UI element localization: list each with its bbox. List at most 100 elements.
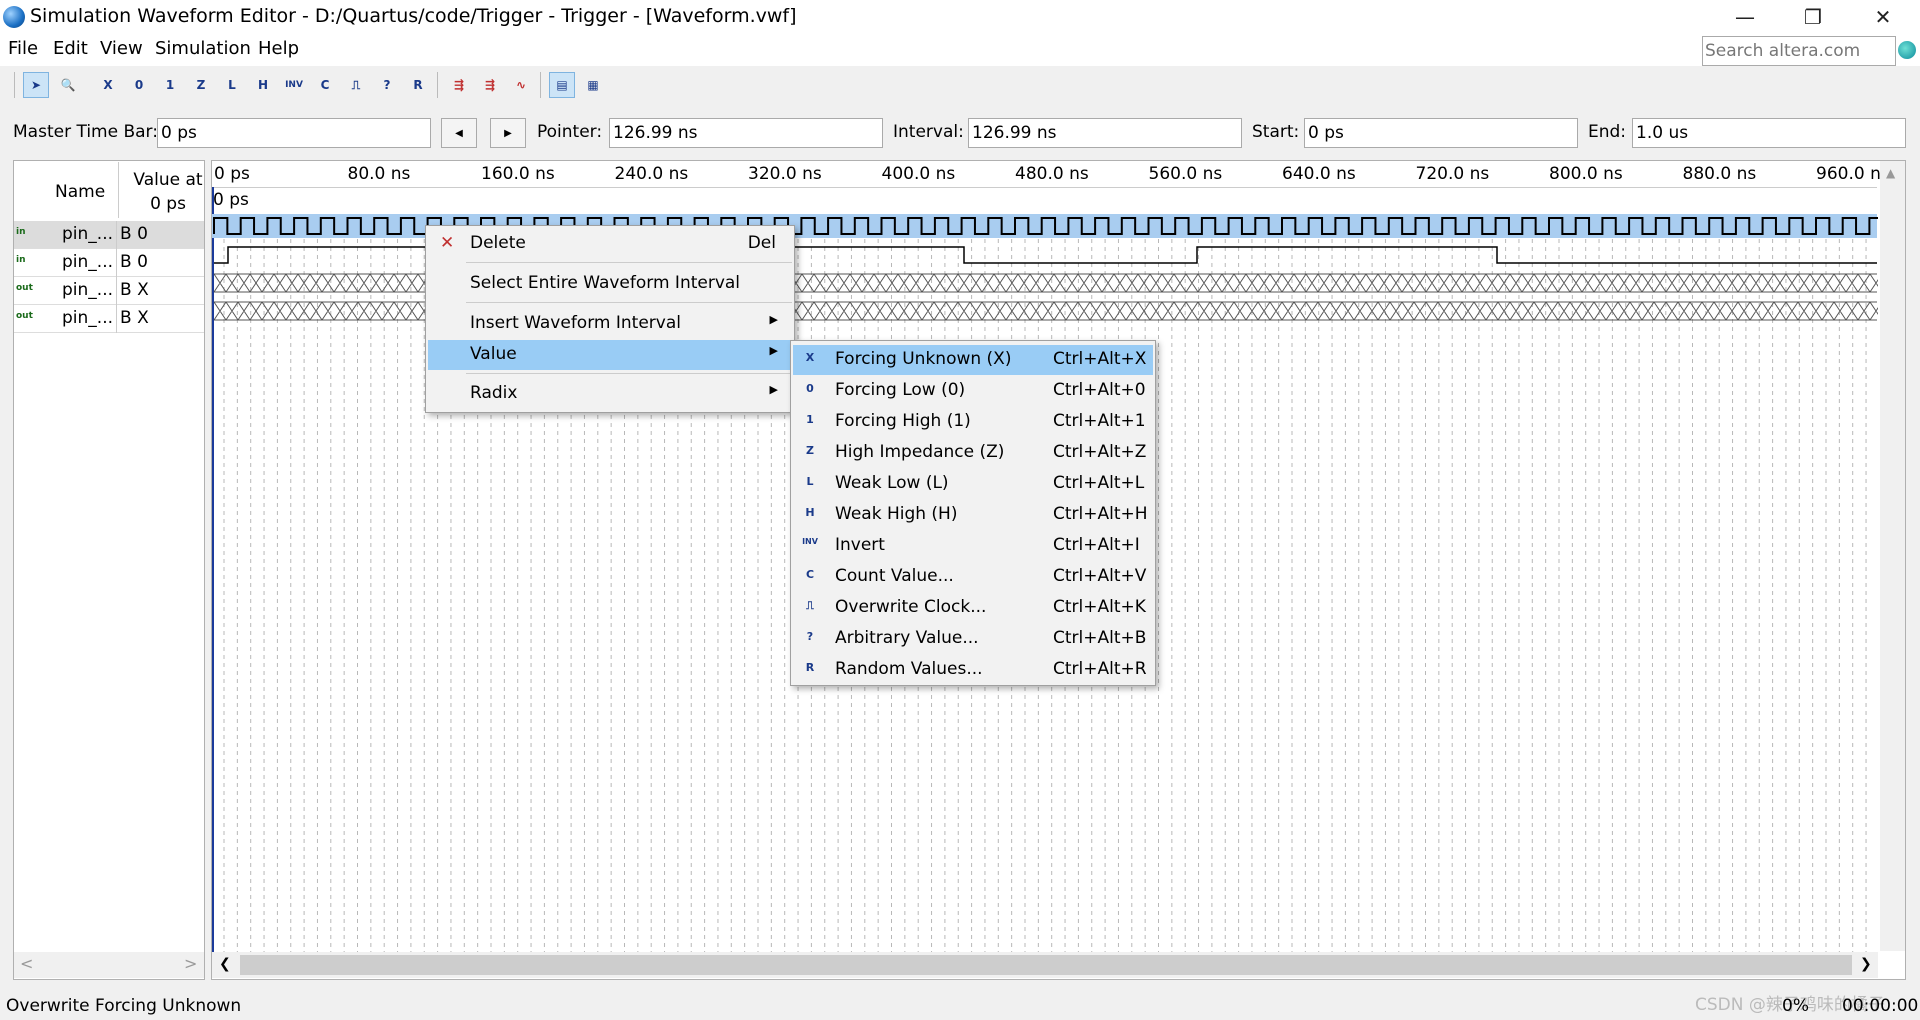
zoom-tool-icon[interactable]: 🔍 — [55, 72, 81, 98]
next-transition-button[interactable]: ▶ — [490, 118, 526, 148]
pointer-tool-icon[interactable]: ➤ — [23, 72, 49, 98]
value-item-shortcut: Ctrl+Alt+X — [1053, 349, 1147, 369]
value-type-icon: 0 — [806, 382, 814, 395]
scroll-left-arrow[interactable]: < — [20, 954, 33, 973]
forcing-unknown-icon[interactable]: X — [95, 72, 121, 98]
interval-field: 126.99 ns — [968, 118, 1242, 148]
start-label: Start: — [1252, 122, 1300, 142]
waveform-vertical-scrollbar[interactable] — [1880, 161, 1905, 951]
context-item-delete[interactable]: ✕ Delete Del — [428, 229, 792, 259]
high-impedance-icon[interactable]: Z — [188, 72, 214, 98]
name-column-header[interactable]: Name — [55, 182, 105, 202]
pointer-label: Pointer: — [537, 122, 603, 142]
value-type-icon: ? — [806, 630, 814, 643]
master-time-bar-field[interactable]: 0 ps — [157, 118, 431, 148]
scroll-right-arrow[interactable]: > — [184, 954, 197, 973]
value-item-label: Count Value... — [835, 566, 954, 586]
forcing-high-icon[interactable]: 1 — [157, 72, 183, 98]
header-divider — [118, 162, 119, 218]
value-type-icon: L — [806, 475, 814, 488]
generate-netlist-icon[interactable]: ∿ — [508, 72, 534, 98]
invert-icon[interactable]: INV — [281, 72, 307, 98]
value-item[interactable]: INV Invert Ctrl+Alt+I — [793, 531, 1153, 561]
scrollbar-thumb[interactable] — [240, 955, 1852, 975]
run-functional-simulation-icon[interactable]: ⇶ — [446, 72, 472, 98]
arbitrary-value-icon[interactable]: ? — [374, 72, 400, 98]
value-type-icon: 1 — [806, 413, 814, 426]
grid-settings-icon[interactable]: ▦ — [580, 72, 606, 98]
signal-name: pin_... — [62, 252, 113, 272]
value-type-icon: Z — [806, 444, 814, 457]
column-divider — [116, 221, 117, 249]
weak-high-icon[interactable]: H — [250, 72, 276, 98]
value-item[interactable]: ⎍ Overwrite Clock... Ctrl+Alt+K — [793, 593, 1153, 623]
scroll-up-arrow[interactable]: ▲ — [1886, 166, 1895, 180]
globe-icon[interactable] — [1898, 41, 1916, 59]
context-item-radix[interactable]: Radix ▶ — [428, 379, 792, 409]
value-item-shortcut: Ctrl+Alt+R — [1053, 659, 1147, 679]
master-time-bar-label: Master Time Bar: — [13, 122, 158, 142]
value-item-label: High Impedance (Z) — [835, 442, 1005, 462]
context-item-shortcut: Del — [747, 233, 776, 253]
value-column-header[interactable]: Value at 0 ps — [128, 168, 208, 216]
value-item[interactable]: R Random Values... Ctrl+Alt+R — [793, 655, 1153, 685]
snap-to-grid-icon[interactable]: ▤ — [549, 72, 575, 98]
signal-row[interactable]: out pin_... B X — [14, 277, 204, 305]
ruler-tick-label: 720.0 ns — [1415, 164, 1490, 184]
menu-view[interactable]: View — [100, 38, 143, 59]
value-item[interactable]: H Weak High (H) Ctrl+Alt+H — [793, 500, 1153, 530]
value-item-shortcut: Ctrl+Alt+1 — [1053, 411, 1146, 431]
value-item-label: Forcing High (1) — [835, 411, 971, 431]
menu-help[interactable]: Help — [258, 38, 299, 59]
forcing-low-icon[interactable]: 0 — [126, 72, 152, 98]
run-timing-simulation-icon[interactable]: ⇶ — [477, 72, 503, 98]
input-pin-icon: in — [16, 255, 26, 265]
signal-row[interactable]: in pin_... B 0 — [14, 249, 204, 277]
random-values-icon[interactable]: R — [405, 72, 431, 98]
app-logo-icon — [3, 6, 25, 28]
context-item-select-interval[interactable]: Select Entire Waveform Interval — [428, 269, 792, 299]
search-input[interactable]: Search altera.com — [1702, 36, 1896, 66]
value-item[interactable]: ? Arbitrary Value... Ctrl+Alt+B — [793, 624, 1153, 654]
value-item-label: Weak Low (L) — [835, 473, 949, 493]
signal-row[interactable]: out pin_... B X — [14, 305, 204, 333]
menu-file[interactable]: File — [8, 38, 38, 59]
start-field: 0 ps — [1304, 118, 1578, 148]
minimize-button[interactable]: — — [1710, 0, 1780, 34]
value-item[interactable]: X Forcing Unknown (X) Ctrl+Alt+X — [793, 345, 1153, 375]
context-item-label: Insert Waveform Interval — [470, 313, 681, 333]
ruler-tick-label: 640.0 ns — [1282, 164, 1356, 184]
weak-low-icon[interactable]: L — [219, 72, 245, 98]
delete-x-icon: ✕ — [440, 233, 455, 253]
value-item[interactable]: L Weak Low (L) Ctrl+Alt+L — [793, 469, 1153, 499]
names-horizontal-scrollbar[interactable]: < > — [14, 952, 204, 978]
value-item-shortcut: Ctrl+Alt+L — [1053, 473, 1145, 493]
context-item-insert-interval[interactable]: Insert Waveform Interval ▶ — [428, 309, 792, 339]
value-item[interactable]: C Count Value... Ctrl+Alt+V — [793, 562, 1153, 592]
scroll-left-arrow[interactable]: ❮ — [219, 956, 231, 972]
value-item-shortcut: Ctrl+Alt+H — [1053, 504, 1148, 524]
value-item-label: Forcing Low (0) — [835, 380, 966, 400]
signal-row[interactable]: in pin_... B 0 — [14, 221, 204, 249]
restore-button[interactable]: ❐ — [1778, 0, 1848, 34]
ruler-tick-label: 240.0 ns — [614, 164, 689, 184]
context-item-value[interactable]: Value ▶ — [428, 340, 792, 370]
menu-simulation[interactable]: Simulation — [155, 38, 251, 59]
value-item-shortcut: Ctrl+Alt+K — [1053, 597, 1146, 617]
value-item[interactable]: Z High Impedance (Z) Ctrl+Alt+Z — [793, 438, 1153, 468]
submenu-arrow-icon: ▶ — [769, 313, 778, 326]
value-item[interactable]: 1 Forcing High (1) Ctrl+Alt+1 — [793, 407, 1153, 437]
ruler-tick-label: 0 ps — [214, 164, 250, 184]
submenu-arrow-icon: ▶ — [769, 383, 778, 396]
menu-edit[interactable]: Edit — [53, 38, 88, 59]
prev-transition-button[interactable]: ◀ — [441, 118, 477, 148]
column-divider — [116, 305, 117, 333]
context-item-label: Value — [470, 344, 517, 364]
ruler-tick-label: 800.0 ns — [1549, 164, 1623, 184]
close-button[interactable]: ✕ — [1848, 0, 1918, 34]
scroll-right-arrow[interactable]: ❯ — [1860, 956, 1872, 972]
value-item[interactable]: 0 Forcing Low (0) Ctrl+Alt+0 — [793, 376, 1153, 406]
ruler-tick-label: 880.0 ns — [1682, 164, 1757, 184]
overwrite-clock-icon[interactable]: ⎍ — [343, 72, 369, 98]
count-value-icon[interactable]: C — [312, 72, 338, 98]
